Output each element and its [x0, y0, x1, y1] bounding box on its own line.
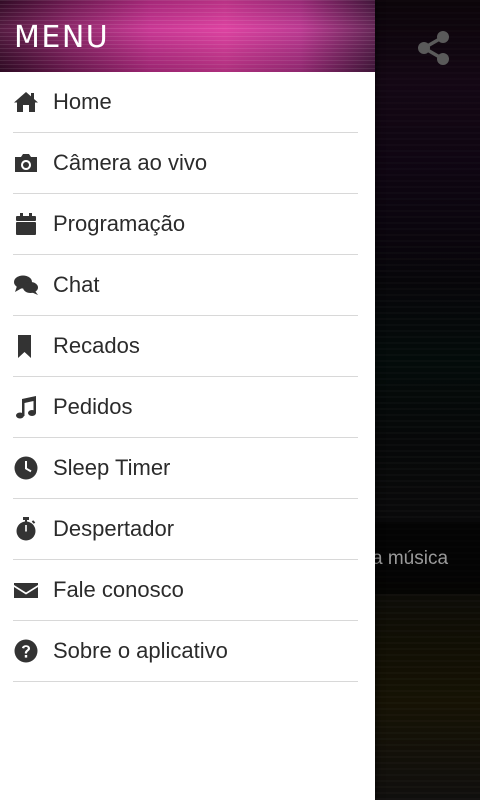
menu-item-label: Fale conosco [53, 577, 184, 602]
question-circle-icon [13, 638, 39, 664]
menu-list: Home Câmera ao vivo Programação Chat Rec… [0, 72, 375, 682]
now-playing-text: a música [372, 548, 449, 569]
menu-item-fale-conosco[interactable]: Fale conosco [13, 560, 358, 621]
menu-title: MENU [14, 20, 110, 55]
menu-item-label: Chat [53, 272, 100, 297]
menu-item-label: Sobre o aplicativo [53, 638, 228, 663]
bookmark-icon [13, 333, 39, 359]
music-note-icon [13, 394, 39, 420]
menu-item-home[interactable]: Home [13, 72, 358, 133]
menu-item-recados[interactable]: Recados [13, 316, 358, 377]
calendar-icon [13, 211, 39, 237]
menu-item-label: Home [53, 89, 112, 114]
menu-item-despertador[interactable]: Despertador [13, 499, 358, 560]
menu-item-label: Programação [53, 211, 186, 236]
menu-item-camera[interactable]: Câmera ao vivo [13, 133, 358, 194]
menu-item-label: Câmera ao vivo [53, 150, 208, 175]
drawer-header: MENU [0, 0, 375, 72]
menu-item-label: Pedidos [53, 394, 133, 419]
camera-icon [13, 150, 39, 176]
chat-icon [13, 272, 39, 298]
menu-item-sleep-timer[interactable]: Sleep Timer [13, 438, 358, 499]
home-icon [13, 89, 39, 115]
menu-item-label: Recados [53, 333, 140, 358]
stopwatch-icon [13, 516, 39, 542]
menu-item-programacao[interactable]: Programação [13, 194, 358, 255]
menu-item-label: Despertador [53, 516, 175, 541]
clock-icon [13, 455, 39, 481]
menu-item-label: Sleep Timer [53, 455, 171, 480]
navigation-drawer: MENU Home Câmera ao vivo Programação Cha… [0, 0, 375, 800]
menu-item-chat[interactable]: Chat [13, 255, 358, 316]
envelope-icon [13, 577, 39, 603]
menu-item-pedidos[interactable]: Pedidos [13, 377, 358, 438]
menu-item-sobre[interactable]: Sobre o aplicativo [13, 621, 358, 682]
share-icon[interactable] [414, 28, 454, 68]
